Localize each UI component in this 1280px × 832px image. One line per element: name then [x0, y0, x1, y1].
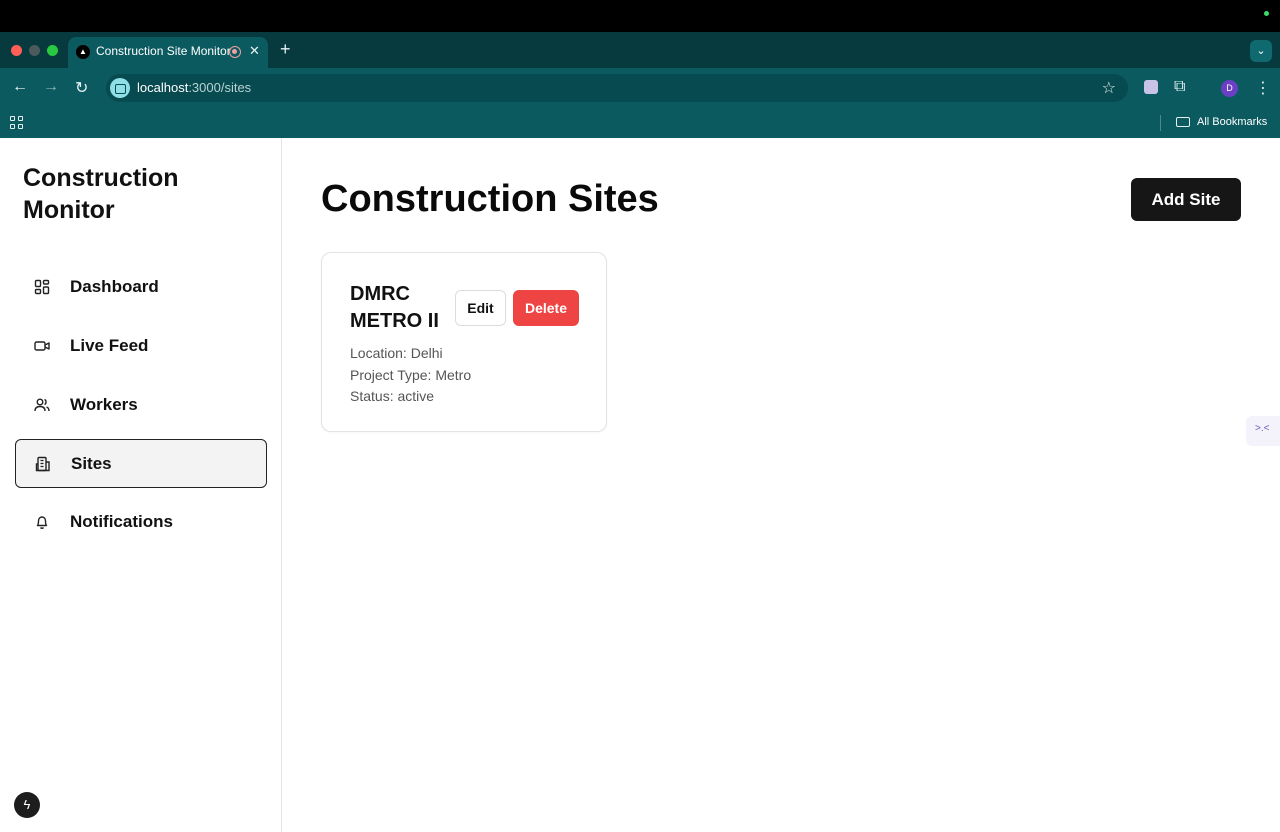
apps-grid-icon[interactable] [10, 116, 24, 130]
sidebar: Construction Monitor Dashboard Live Feed [0, 138, 282, 832]
site-card: DMRC METRO II Edit Delete Location: Delh… [321, 252, 607, 432]
bell-icon [36, 516, 48, 529]
profile-avatar[interactable]: D [1221, 80, 1238, 97]
main-content: Construction Sites Add Site DMRC METRO I… [282, 138, 1280, 832]
all-bookmarks-link[interactable]: All Bookmarks [1197, 116, 1267, 128]
assistant-widget-button[interactable]: >.< [1246, 416, 1280, 446]
sidebar-item-dashboard[interactable]: Dashboard [15, 263, 267, 312]
sidebar-item-label: Live Feed [70, 336, 149, 355]
site-location: Location: Delhi [350, 345, 443, 361]
browser-tab[interactable]: ▲ Construction Site Monitor ✕ [68, 37, 268, 68]
address-bar[interactable]: localhost:3000/sites ☆ [106, 74, 1128, 102]
bookmark-star-icon[interactable]: ☆ [1102, 78, 1116, 98]
sidebar-item-sites[interactable]: Sites [15, 439, 267, 488]
site-info-icon[interactable] [110, 78, 130, 98]
browser-menu-icon[interactable]: ⋮ [1255, 78, 1271, 98]
add-site-button[interactable]: Add Site [1131, 178, 1241, 221]
sidebar-item-label: Dashboard [70, 277, 159, 296]
site-name: DMRC METRO II [350, 283, 439, 332]
sidebar-item-label: Workers [70, 395, 138, 414]
tab-close-icon[interactable]: ✕ [249, 43, 260, 59]
assistant-face-icon: >.< [1255, 423, 1270, 434]
back-arrow-icon[interactable]: ← [12, 78, 28, 96]
url-path: :3000/sites [188, 80, 252, 95]
forward-arrow-icon[interactable]: → [43, 78, 59, 96]
folder-icon [1176, 117, 1190, 127]
browser-toolbar: ← → ↻ localhost:3000/sites ☆ [0, 68, 1280, 108]
tab-title: Construction Site Monitor [96, 44, 231, 58]
bookmarks-divider [1160, 115, 1161, 131]
window-close-button[interactable] [11, 45, 22, 56]
new-tab-button[interactable]: + [280, 39, 291, 60]
edit-site-button[interactable]: Edit [455, 290, 506, 326]
sidebar-item-label: Sites [71, 454, 112, 473]
reload-icon[interactable]: ↻ [75, 78, 88, 98]
users-icon [34, 398, 50, 412]
delete-site-button[interactable]: Delete [513, 290, 579, 326]
dev-tools-bolt-icon[interactable]: ϟ [14, 792, 40, 818]
site-status: Status: active [350, 388, 435, 404]
window-zoom-button[interactable] [47, 45, 58, 56]
dashboard-icon [34, 279, 50, 295]
building-icon [35, 456, 50, 472]
url-text[interactable]: localhost:3000/sites [137, 80, 251, 95]
recording-icon [229, 46, 241, 58]
sidebar-item-live-feed[interactable]: Live Feed [15, 322, 267, 371]
tab-search-button[interactable]: ⌄ [1250, 40, 1272, 62]
sidebar-item-notifications[interactable]: Notifications [15, 498, 267, 547]
favicon-icon: ▲ [76, 45, 90, 59]
sidebar-item-workers[interactable]: Workers [15, 381, 267, 430]
brand-title: Construction Monitor [23, 164, 179, 224]
window-minimize-button[interactable] [29, 45, 40, 56]
video-icon [34, 341, 50, 351]
page-content: Construction Monitor Dashboard Live Feed [0, 138, 1280, 832]
sidebar-item-label: Notifications [70, 512, 173, 531]
browser-tab-strip: ▲ Construction Site Monitor ✕ [0, 32, 1280, 68]
site-project-type: Project Type: Metro [350, 367, 472, 383]
extension-icon[interactable] [1144, 80, 1158, 94]
bookmarks-bar: All Bookmarks [0, 108, 1280, 138]
url-host: localhost [137, 80, 189, 95]
puzzle-extensions-icon[interactable]: ⧉ [1174, 78, 1185, 96]
system-menu-bar [0, 0, 1280, 32]
status-dot-icon [1264, 11, 1269, 16]
page-title: Construction Sites [321, 178, 659, 220]
